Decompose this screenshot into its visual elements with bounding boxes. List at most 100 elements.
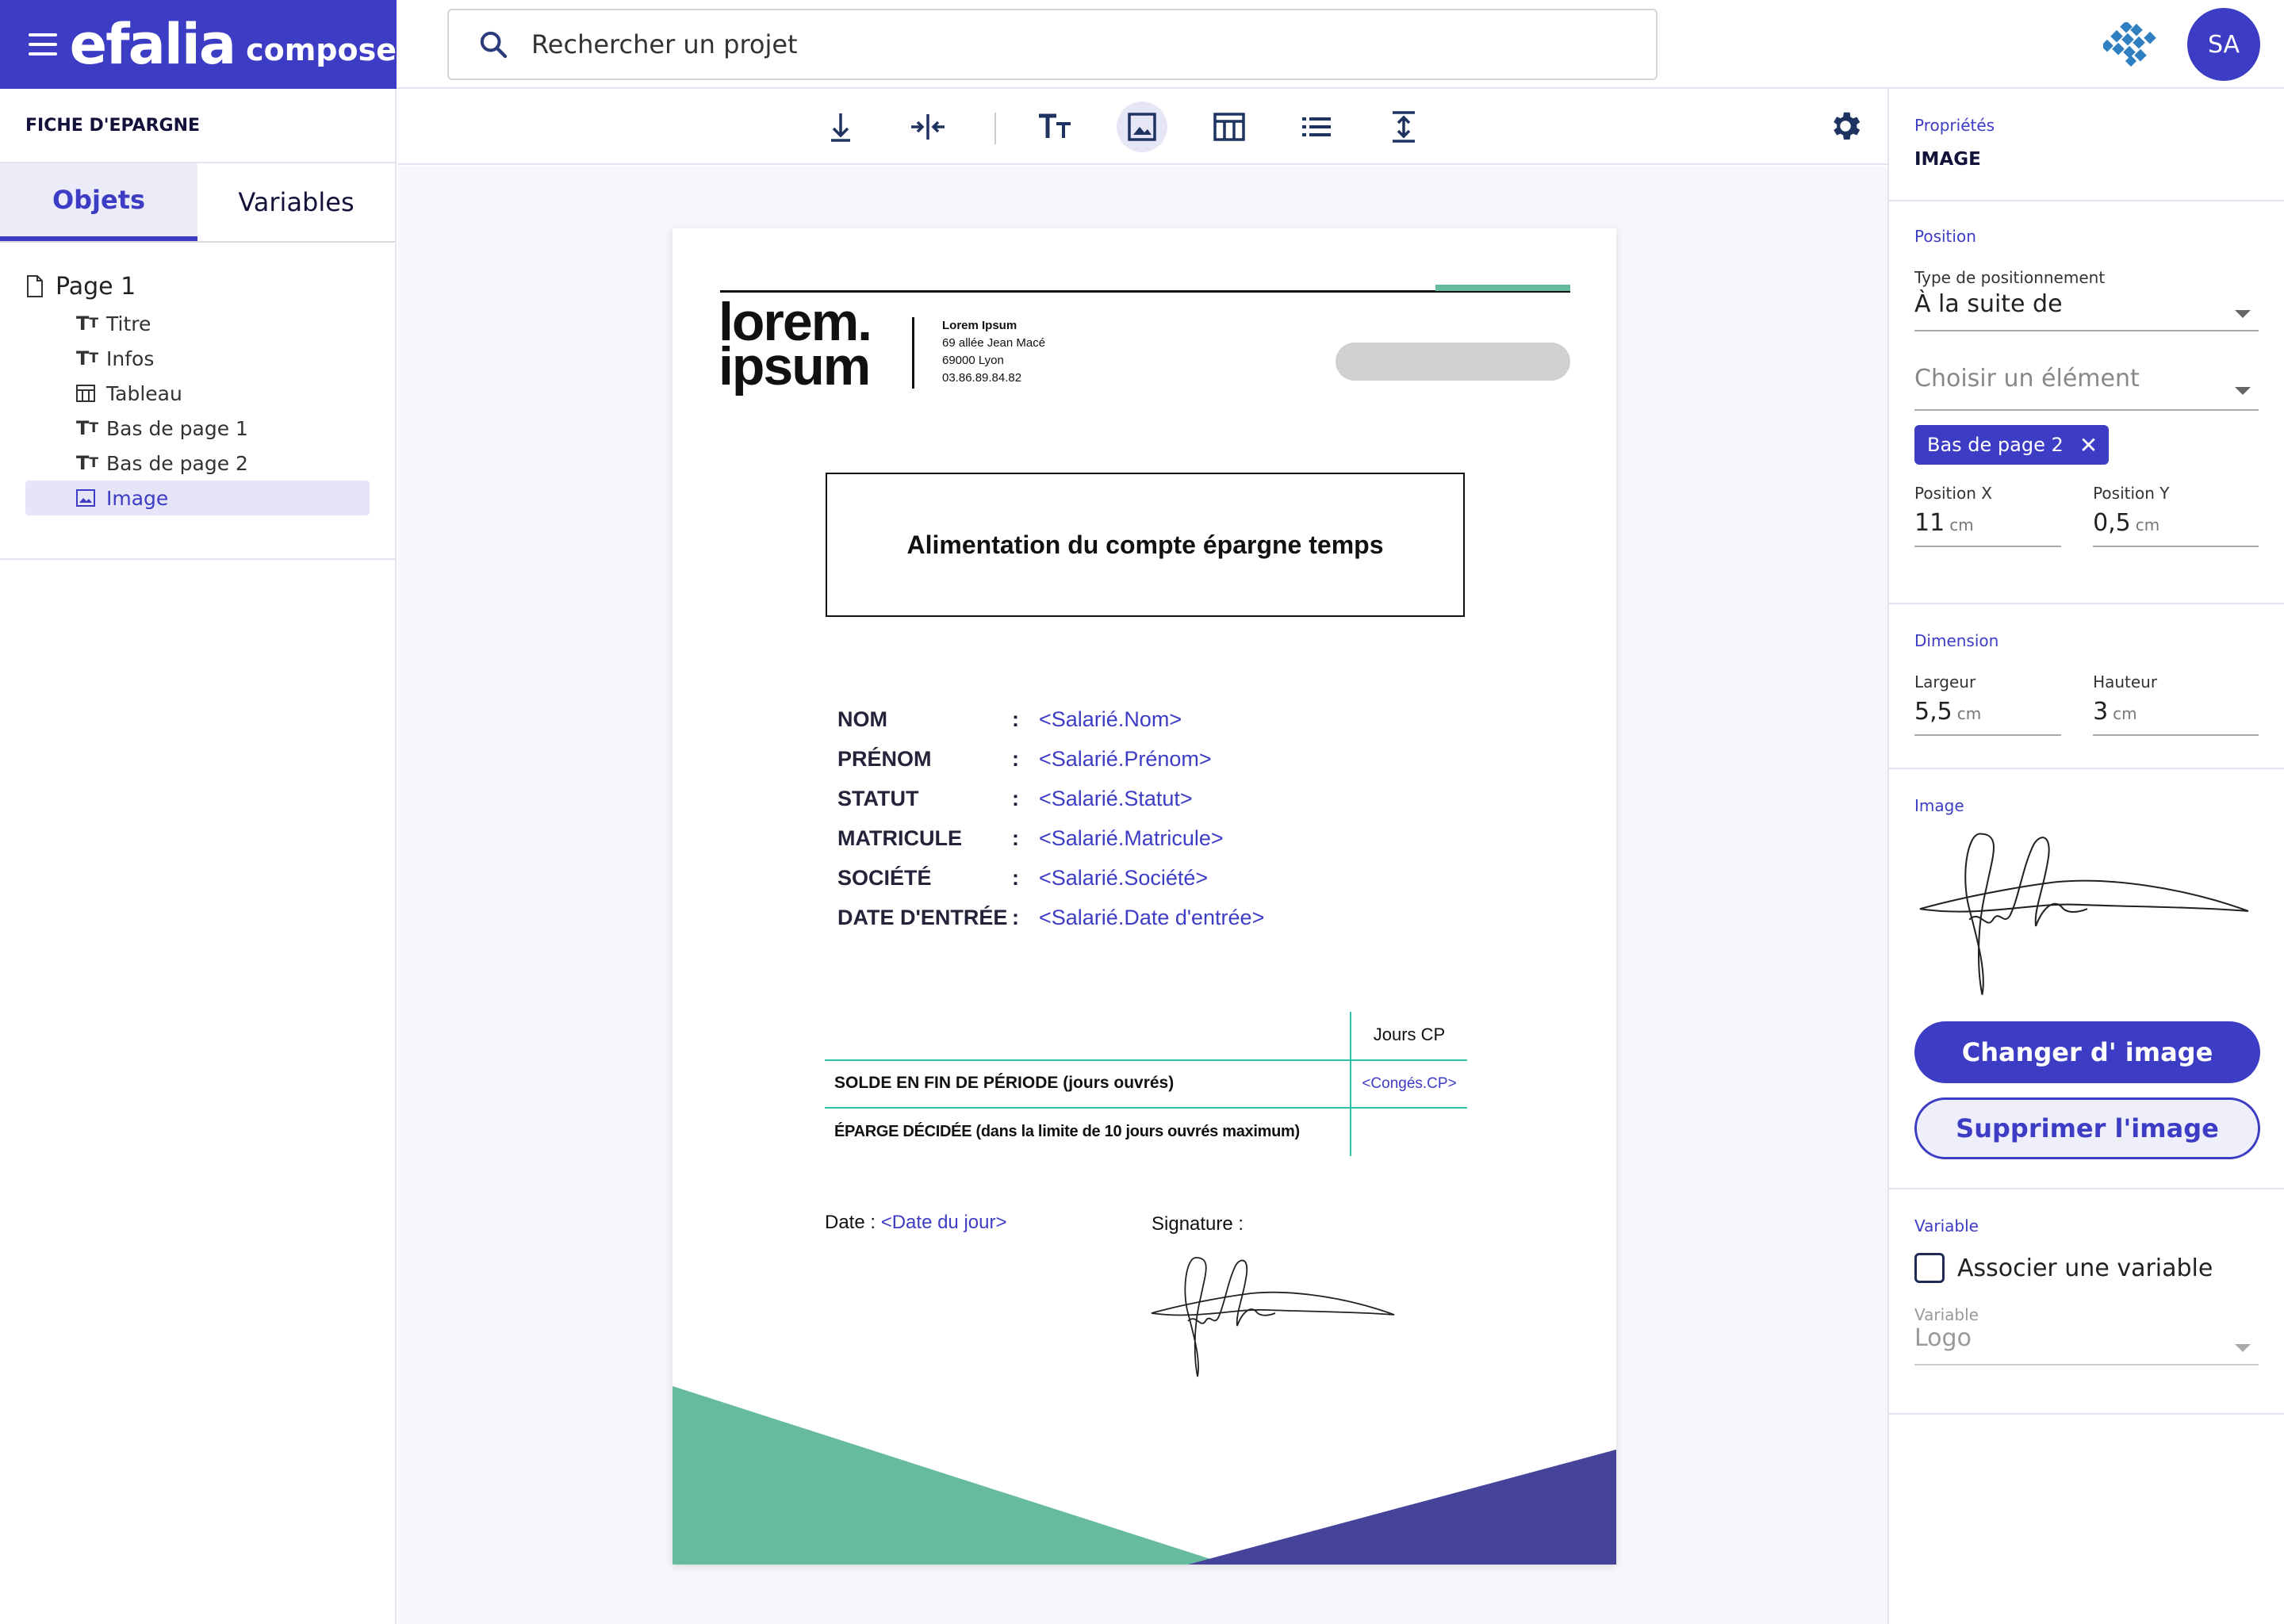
document-title[interactable]: Alimentation du compte épargne temps [826,473,1465,617]
company-phone: 03.86.89.84.82 [942,371,1022,385]
image-tool-button[interactable] [1117,102,1167,152]
image-section-title: Image [1914,796,1964,815]
chevron-down-icon [2235,387,2251,395]
height-value: 3 [2093,698,2109,726]
tree-item-infos[interactable]: TT Infos [25,341,370,376]
field-value: <Salarié.Prénom> [1039,747,1212,771]
avatar[interactable]: SA [2187,8,2260,81]
chip-label: Bas de page 2 [1927,434,2064,456]
table-rule [825,1059,1467,1061]
document-page: lorem. ipsum Lorem Ipsum 69 allée Jean M… [673,228,1616,1565]
position-section: Position Type de positionnement À la sui… [1889,201,2284,604]
apps-grid-icon[interactable] [2103,22,2159,67]
signature-label: Signature : [1152,1213,1244,1235]
cp-table[interactable]: Jours CP SOLDE EN FIN DE PÉRIODE (jours … [825,1012,1467,1156]
variable-field-label: Variable [1914,1305,1979,1324]
variable-select[interactable]: Logo [1914,1324,2259,1365]
element-type: IMAGE [1914,149,1981,170]
chevron-down-icon [2235,310,2251,318]
gear-icon[interactable] [1827,108,1864,144]
position-y-label: Position Y [2093,484,2170,503]
delete-image-button[interactable]: Supprimer l'image [1914,1097,2260,1159]
associate-variable-checkbox[interactable] [1914,1253,1945,1283]
associate-variable-row[interactable]: Associer une variable [1914,1253,2259,1283]
date-line: Date : <Date du jour> [825,1212,1006,1234]
tree-item-titre[interactable]: TT Titre [25,306,370,341]
height-field[interactable]: 3 cm [2093,691,2259,736]
change-image-button[interactable]: Changer d' image [1914,1021,2260,1083]
text-icon: TT [76,347,98,370]
tree-item-bas-de-page-1[interactable]: TT Bas de page 1 [25,411,370,446]
signature-image[interactable] [1148,1250,1402,1385]
field-value: <Salarié.Société> [1039,866,1209,890]
logo-divider [912,317,914,389]
header-accent [1435,285,1570,291]
field-separator: : [1012,866,1019,890]
field-label: SOCIÉTÉ [837,866,932,890]
placeholder-pill [1336,343,1570,381]
editor-toolbar [398,89,1887,165]
variable-section: Variable Associer une variable Variable … [1889,1189,2284,1415]
field-value: <Salarié.Statut> [1039,787,1193,810]
position-x-value: 11 [1914,509,1945,537]
toolbar-divider [994,113,996,144]
selected-element-chip[interactable]: Bas de page 2 ✕ [1914,425,2110,465]
menu-icon[interactable] [29,33,57,56]
variable-section-title: Variable [1914,1216,1979,1235]
left-tabs: Objets Variables [0,163,395,243]
search-box[interactable] [447,9,1657,80]
vertical-space-button[interactable] [1378,102,1429,152]
associate-variable-label: Associer une variable [1957,1254,2213,1282]
field-row: SOCIÉTÉ: <Salarié.Société> [837,858,1264,898]
tree-item-bas-de-page-2[interactable]: TT Bas de page 2 [25,446,370,481]
tree-item-image[interactable]: Image [25,481,370,515]
list-tool-button[interactable] [1291,102,1342,152]
tree-page-1[interactable]: Page 1 [25,266,370,306]
tree-item-tableau[interactable]: Tableau [25,376,370,411]
employee-fields[interactable]: NOM: <Salarié.Nom> PRÉNOM: <Salarié.Prénom… [837,699,1264,937]
positioning-type-value: À la suite de [1914,290,2063,318]
field-separator: : [1012,826,1019,850]
table-row-label: ÉPARGE DÉCIDÉE (dans la limite de 10 jou… [834,1123,1300,1140]
tab-variables[interactable]: Variables [197,163,395,241]
table-tool-button[interactable] [1204,102,1255,152]
dimension-section: Dimension Largeur 5,5 cm Hauteur 3 cm [1889,604,2284,769]
image-icon [76,489,100,507]
text-tool-button[interactable] [1029,102,1080,152]
position-y-value: 0,5 [2093,509,2131,537]
insert-below-button[interactable] [815,102,866,152]
table-row-label: SOLDE EN FIN DE PÉRIODE (jours ouvrés) [834,1074,1175,1092]
tree-page-label: Page 1 [56,272,136,301]
position-y-group: Position Y 0,5 cm [2093,484,2259,547]
split-columns-icon [911,114,945,140]
width-field[interactable]: 5,5 cm [1914,691,2062,736]
field-value: <Salarié.Date d'entrée> [1039,906,1265,929]
tree-item-label: Tableau [106,381,182,405]
tree-item-label: Image [106,486,169,510]
search-input[interactable] [531,29,1562,59]
table-icon [1213,113,1245,141]
tab-objets[interactable]: Objets [0,163,197,241]
close-icon[interactable]: ✕ [2079,432,2098,458]
field-row: MATRICULE: <Salarié.Matricule> [837,818,1264,858]
positioning-type-select[interactable]: À la suite de [1914,290,2259,331]
brand-bar: efalia compose [0,0,397,89]
position-y-field[interactable]: 0,5 cm [2093,503,2259,547]
search-icon [480,31,508,59]
field-separator: : [1012,787,1019,810]
tree-item-label: Bas de page 1 [106,416,248,440]
properties-header: Propriétés IMAGE [1889,89,2284,201]
element-select[interactable]: Choisir un élément [1914,365,2259,411]
height-group: Hauteur 3 cm [2093,672,2259,736]
width-label: Largeur [1914,672,1976,691]
position-xy: Position X 11 cm Position Y 0,5 cm [1914,484,2259,547]
company-address-2: 69000 Lyon [942,354,1004,367]
footer-decoration [673,1386,1616,1565]
text-icon: TT [76,312,98,335]
field-value: <Salarié.Matricule> [1039,826,1224,850]
split-columns-button[interactable] [902,102,953,152]
position-x-field[interactable]: 11 cm [1914,503,2062,547]
field-label: PRÉNOM [837,747,932,771]
field-row: STATUT: <Salarié.Statut> [837,779,1264,818]
brand-logo[interactable]: efalia [70,17,236,72]
